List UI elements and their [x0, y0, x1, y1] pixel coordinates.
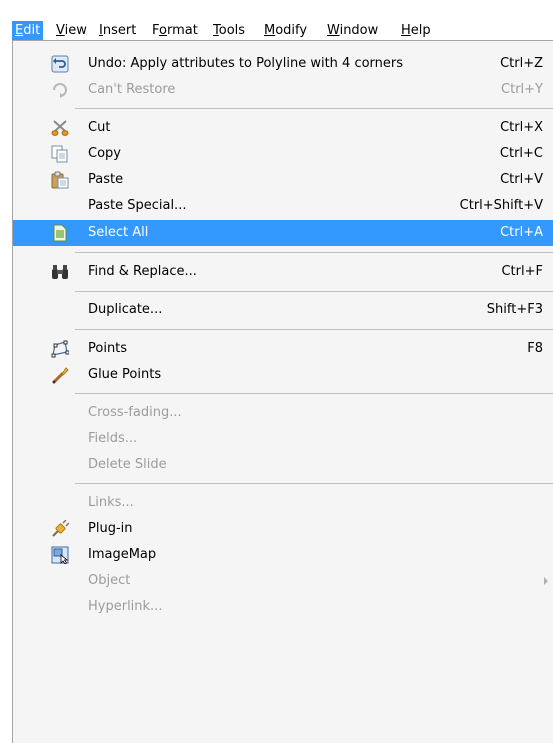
menu-item-undo-label: Undo: Apply attributes to Polyline with … — [88, 56, 404, 71]
menu-item-fields-label: Fields... — [88, 431, 138, 446]
menu-item-paste[interactable]: Paste Ctrl+V — [13, 167, 553, 193]
menu-item-select-all-label: Select All — [88, 225, 149, 240]
menu-item-links-label: Links... — [88, 495, 134, 510]
select-all-icon — [53, 224, 67, 242]
menu-item-imagemap[interactable]: ImageMap — [13, 542, 553, 568]
menu-view-access-key: V — [56, 23, 65, 38]
menu-item-delete-slide-label: Delete Slide — [88, 457, 167, 472]
menu-item-object[interactable]: Object — [13, 568, 553, 594]
menu-item-find-replace-shortcut: Ctrl+F — [501, 264, 543, 279]
menu-item-glue-points-label: Glue Points — [88, 367, 162, 382]
copy-icon — [51, 145, 68, 163]
menu-item-find-replace-label: Find & Replace... — [88, 264, 197, 279]
scissors-icon — [51, 120, 69, 136]
menu-item-cut[interactable]: Cut Ctrl+X — [13, 115, 553, 141]
menu-item-duplicate[interactable]: Duplicate... Shift+F3 — [13, 297, 553, 323]
imagemap-icon — [51, 546, 69, 564]
menu-item-copy-label: Copy — [88, 146, 121, 161]
points-icon — [51, 340, 69, 358]
menu-item-cross-fading-label: Cross-fading... — [88, 405, 182, 420]
menu-insert-label: nsert — [102, 23, 137, 38]
menu-item-undo[interactable]: Undo: Apply attributes to Polyline with … — [13, 51, 553, 77]
menu-item-hyperlink[interactable]: Hyperlink... — [13, 594, 553, 620]
menu-item-fields[interactable]: Fields... — [13, 426, 553, 452]
menu-item-cut-label: Cut — [88, 120, 111, 135]
menu-item-glue-points[interactable]: Glue Points — [13, 362, 553, 388]
menu-item-duplicate-label: Duplicate... — [88, 302, 163, 317]
menu-separator — [75, 393, 553, 394]
menu-modify[interactable]: Modify — [261, 21, 310, 40]
menu-modify-label: odify — [275, 23, 308, 38]
menu-tools-label: ools — [218, 23, 246, 38]
menu-item-cross-fading[interactable]: Cross-fading... — [13, 400, 553, 426]
menu-edit-access-key: E — [15, 23, 24, 38]
menu-item-imagemap-label: ImageMap — [88, 547, 157, 562]
menu-item-plug-in[interactable]: Plug-in — [13, 516, 553, 542]
menu-item-paste-special[interactable]: Paste Special... Ctrl+Shift+V — [13, 193, 553, 219]
menu-bar: Edit View Insert Format Tools Modify Win… — [0, 0, 553, 40]
menu-format-access-key: o — [159, 23, 167, 38]
menu-item-find-replace[interactable]: Find & Replace... Ctrl+F — [13, 259, 553, 285]
menu-item-paste-special-shortcut: Ctrl+Shift+V — [459, 198, 543, 213]
plug-in-icon — [52, 520, 69, 537]
menu-window[interactable]: Window — [324, 21, 381, 40]
menu-format-label-b: rmat — [166, 23, 198, 38]
menu-separator — [75, 108, 553, 109]
menu-item-points-label: Points — [88, 341, 128, 356]
menu-window-label: indow — [339, 23, 379, 38]
menu-item-points[interactable]: Points F8 — [13, 336, 553, 362]
menu-view-label: iew — [64, 23, 87, 38]
menu-view[interactable]: View — [53, 21, 90, 40]
menu-item-paste-shortcut: Ctrl+V — [500, 172, 543, 187]
menu-insert[interactable]: Insert — [96, 21, 139, 40]
menu-help-access-key: H — [401, 23, 411, 38]
menu-item-select-all[interactable]: Select All Ctrl+A — [13, 220, 553, 246]
menu-item-points-shortcut: F8 — [527, 341, 543, 356]
menu-edit[interactable]: Edit — [12, 21, 44, 40]
menu-window-access-key: W — [327, 23, 340, 38]
binoculars-icon — [52, 265, 68, 279]
menu-separator — [75, 291, 553, 292]
menu-modify-access-key: M — [264, 23, 276, 38]
menu-item-undo-shortcut: Ctrl+Z — [500, 56, 543, 71]
undo-icon — [51, 55, 69, 73]
submenu-arrow-icon — [544, 577, 548, 585]
menu-item-hyperlink-label: Hyperlink... — [88, 599, 163, 614]
menu-item-paste-special-label: Paste Special... — [88, 198, 187, 213]
menu-item-copy[interactable]: Copy Ctrl+C — [13, 141, 553, 167]
paste-icon — [51, 171, 69, 189]
menu-item-redo-label: Can't Restore — [88, 82, 176, 97]
menu-help-label: elp — [410, 23, 431, 38]
application-window: Edit View Insert Format Tools Modify Win… — [0, 0, 553, 743]
menu-item-redo[interactable]: Can't Restore Ctrl+Y — [13, 77, 553, 103]
menu-item-delete-slide[interactable]: Delete Slide — [13, 452, 553, 478]
menu-item-paste-label: Paste — [88, 172, 124, 187]
menu-separator — [75, 483, 553, 484]
menu-item-links[interactable]: Links... — [13, 490, 553, 516]
menu-format-label-a: F — [152, 23, 160, 38]
menu-item-object-label: Object — [88, 573, 131, 588]
menu-item-copy-shortcut: Ctrl+C — [499, 146, 543, 161]
menu-item-cut-shortcut: Ctrl+X — [500, 120, 543, 135]
glue-points-icon — [52, 367, 69, 384]
menu-separator — [75, 329, 553, 330]
menu-item-plug-in-label: Plug-in — [88, 521, 133, 536]
menu-format[interactable]: Format — [149, 21, 201, 40]
menu-edit-label: dit — [23, 23, 41, 38]
menu-item-select-all-shortcut: Ctrl+A — [500, 225, 543, 240]
menu-separator — [75, 252, 553, 253]
menu-item-duplicate-shortcut: Shift+F3 — [486, 302, 543, 317]
menu-help[interactable]: Help — [398, 21, 434, 40]
edit-menu-dropdown: Undo: Apply attributes to Polyline with … — [12, 40, 553, 743]
redo-icon — [53, 83, 67, 98]
menu-tools[interactable]: Tools — [210, 21, 248, 40]
menu-item-redo-shortcut: Ctrl+Y — [501, 82, 543, 97]
